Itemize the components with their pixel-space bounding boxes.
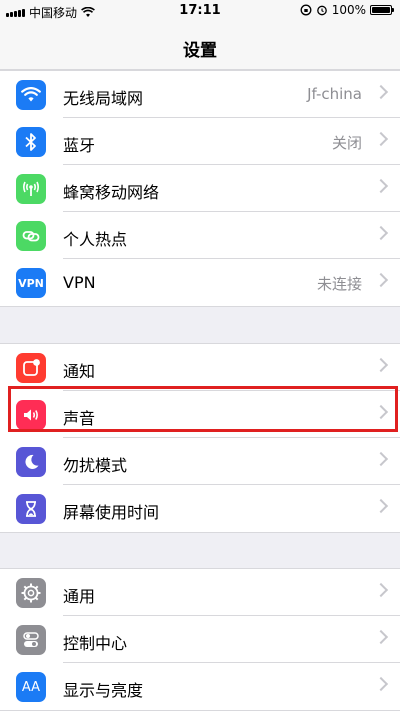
alarm-icon [316,5,327,16]
settings-row-do-not-disturb[interactable]: 勿扰模式 [0,438,400,485]
status-bar: 中国移动 17:11 100% [0,0,400,24]
settings-group-general: 通用 控制中心 AA 显示与亮度 [0,568,400,711]
notification-icon [16,353,46,383]
antenna-icon [16,174,46,204]
vpn-icon: VPN [16,268,46,298]
row-label: 无线局域网 [63,89,144,108]
row-label: VPN [63,273,96,292]
row-label: 通知 [63,362,96,381]
settings-row-control-center[interactable]: 控制中心 [0,616,400,663]
row-value: 关闭 [331,134,362,152]
row-label: 蜂窝移动网络 [63,183,160,202]
chevron-right-icon [373,225,389,241]
settings-row-display[interactable]: AA 显示与亮度 [0,663,400,710]
row-value: Jf-china [307,85,362,103]
settings-row-vpn[interactable]: VPN VPN 未连接 [0,259,400,306]
moon-icon [16,447,46,477]
row-label: 通用 [63,587,96,606]
chevron-right-icon [373,357,389,373]
gear-icon [16,578,46,608]
chevron-right-icon [373,178,389,194]
chevron-right-icon [373,451,389,467]
orientation-lock-icon [300,4,312,16]
row-label: 屏幕使用时间 [63,503,160,522]
link-icon [16,221,46,251]
row-label: 控制中心 [63,634,128,653]
hourglass-icon [16,494,46,524]
settings-row-bluetooth[interactable]: 蓝牙 关闭 [0,118,400,165]
chevron-right-icon [373,582,389,598]
chevron-right-icon [373,676,389,692]
row-label: 显示与亮度 [63,681,144,700]
battery-icon [370,5,394,15]
row-label: 蓝牙 [63,136,96,155]
chevron-right-icon [373,84,389,100]
bluetooth-icon [16,127,46,157]
text-size-icon-text: AA [21,679,41,695]
settings-group-alerts: 通知 声音 勿扰模式 屏幕使用时间 [0,343,400,533]
settings-row-wlan[interactable]: 无线局域网 Jf-china [0,71,400,118]
toggles-icon [16,625,46,655]
chevron-right-icon [373,629,389,645]
page-title: 设置 [183,41,217,61]
chevron-right-icon [373,272,389,288]
settings-row-screen-time[interactable]: 屏幕使用时间 [0,485,400,532]
row-value: 未连接 [316,275,362,293]
settings-row-hotspot[interactable]: 个人热点 [0,212,400,259]
row-label: 勿扰模式 [63,456,128,475]
nav-bar: 设置 [0,24,400,70]
settings-row-cellular[interactable]: 蜂窝移动网络 [0,165,400,212]
chevron-right-icon [373,131,389,147]
battery-percent: 100% [331,3,366,17]
settings-row-general[interactable]: 通用 [0,569,400,616]
row-label: 个人热点 [63,230,128,249]
chevron-right-icon [373,498,389,514]
text-size-icon: AA [16,672,46,702]
highlight-box [8,386,398,432]
status-right: 100% [300,3,394,17]
vpn-icon-text: VPN [18,276,44,290]
settings-row-notifications[interactable]: 通知 [0,344,400,391]
settings-group-connectivity: 无线局域网 Jf-china 蓝牙 关闭 蜂窝移动网络 个人热点 VPN VPN… [0,70,400,307]
wifi-icon [16,80,46,110]
